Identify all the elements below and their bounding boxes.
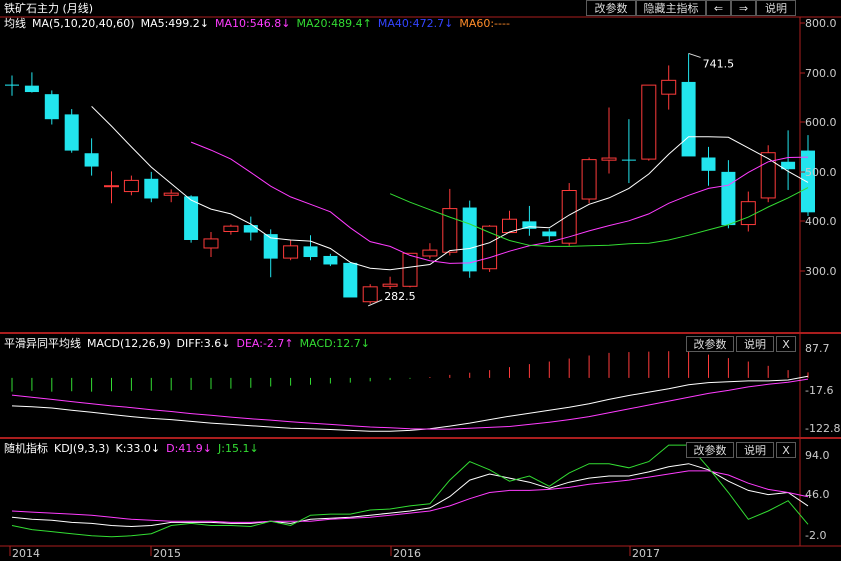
candle-body-up [581, 159, 597, 200]
candle-body-down [243, 225, 258, 233]
candle-body-up [641, 84, 657, 160]
macd-y-tick-label: 87.7 [805, 342, 830, 355]
candle-body-down [801, 150, 815, 213]
kdj-y-tick-label: 46.0 [805, 488, 830, 501]
main-y-tick-label: 800.0 [805, 17, 837, 30]
candle-body-down [323, 255, 338, 265]
candle-body-up [422, 249, 438, 257]
candle-body-down [701, 157, 716, 171]
main-price-plot: 741.5 282.5 [5, 52, 815, 307]
main-legend-item: MA20:489.4↑ [296, 17, 371, 30]
chart-canvas: 741.5 282.5 800.0 700.0 600.0 500.0 400.0 300.… [0, 1, 841, 560]
candle-body-down [681, 81, 696, 157]
candle-body-down [84, 153, 99, 167]
macd-legend-item: DEA:-2.7↑ [236, 337, 293, 350]
macd-panel-name: 平滑异同平均线 [4, 336, 81, 350]
candle-body-up [123, 179, 139, 193]
main-legend-item: MA40:472.7↓ [378, 17, 453, 30]
main-y-tick-label: 500.0 [805, 166, 837, 179]
candle-body-down [621, 159, 636, 161]
main-panel-name: 均线 [4, 16, 26, 30]
kdj-y-tick-label: -2.0 [805, 529, 826, 542]
candle-body-up [402, 252, 418, 287]
candle-body-down [144, 178, 159, 199]
candle-body-up [163, 192, 179, 196]
candle-body-up [601, 157, 617, 161]
macd-help-button[interactable]: 说明 [736, 336, 774, 352]
candle-body-down [542, 231, 557, 237]
kdj-edit-params-button[interactable]: 改参数 [686, 442, 734, 458]
candle-body-down [5, 84, 19, 86]
macd-legend-item: DIFF:3.6↓ [177, 337, 231, 350]
kdj-close-button[interactable]: X [776, 442, 796, 458]
macd-y-tick-label: -122.8 [805, 422, 840, 435]
kdj-legend-item: K:33.0↓ [116, 442, 161, 455]
main-legend-item: MA60:---- [459, 17, 510, 30]
candle-body-up [283, 245, 299, 259]
macd-close-button[interactable]: X [776, 336, 796, 352]
candle-body-down [721, 171, 736, 226]
candle-body-up [760, 152, 776, 199]
x-tick-label: 2016 [393, 547, 421, 560]
candle-body-up [203, 238, 219, 249]
macd-plot [11, 350, 809, 432]
kdj-y-tick-label: 94.0 [805, 449, 830, 462]
x-tick-label: 2017 [632, 547, 660, 560]
kdj-indicator-name: KDJ(9,3,3) [54, 442, 110, 455]
macd-indicator-name: MACD(12,26,9) [87, 337, 171, 350]
candle-body-down [184, 196, 199, 240]
main-y-tick-label: 700.0 [805, 67, 837, 80]
candle-body-down [64, 114, 79, 151]
hide-main-indicator-button[interactable]: 隐藏主指标 [636, 0, 706, 16]
edit-params-button[interactable]: 改参数 [586, 0, 636, 16]
next-arrow-button[interactable]: ⇒ [731, 0, 756, 16]
window-title: 铁矿石主力 (月线) [4, 1, 93, 15]
high-marker-line [688, 52, 701, 58]
macd-edit-params-button[interactable]: 改参数 [686, 336, 734, 352]
prev-arrow-button[interactable]: ⇐ [706, 0, 731, 16]
candle-body-down [44, 94, 59, 120]
x-tick-label: 2014 [12, 547, 40, 560]
kdj-legend-item: D:41.9↓ [166, 442, 212, 455]
high-annotation: 741.5 [703, 57, 735, 70]
axis-labels: 800.0 700.0 600.0 500.0 400.0 300.0 87.7 -17.6 -… [9, 17, 840, 560]
candle-body-down [303, 246, 318, 258]
main-y-tick-label: 400.0 [805, 215, 837, 228]
candle-body-up [661, 79, 677, 95]
j-line [11, 444, 809, 538]
macd-legend-item: MACD:12.7↓ [300, 337, 370, 350]
main-legend-item: MA5:499.2↓ [141, 17, 209, 30]
candle-body-up [223, 225, 239, 232]
main-y-tick-label: 600.0 [805, 116, 837, 129]
kdj-help-button[interactable]: 说明 [736, 442, 774, 458]
chart-frame [0, 16, 841, 547]
kdj-legend-item: J:15.1↓ [217, 442, 259, 455]
candle-body-up [362, 286, 378, 303]
candle-body-down [24, 85, 39, 93]
d-line [11, 470, 809, 523]
kdj-panel-name: 随机指标 [4, 441, 48, 455]
k-line [11, 463, 809, 528]
candle-body-up [382, 283, 398, 287]
main-indicator-name: MA(5,10,20,40,60) [32, 17, 135, 30]
main-y-tick-label: 300.0 [805, 265, 837, 278]
candle-body-up [104, 185, 119, 188]
candle-body-up [740, 201, 756, 226]
kdj-plot [11, 444, 809, 538]
macd-y-tick-label: -17.6 [805, 384, 833, 397]
candle-body-down [343, 262, 358, 298]
main-legend-item: MA10:546.8↓ [215, 17, 290, 30]
low-annotation: 282.5 [384, 290, 416, 303]
x-tick-label: 2015 [153, 547, 181, 560]
help-button[interactable]: 说明 [756, 0, 796, 16]
